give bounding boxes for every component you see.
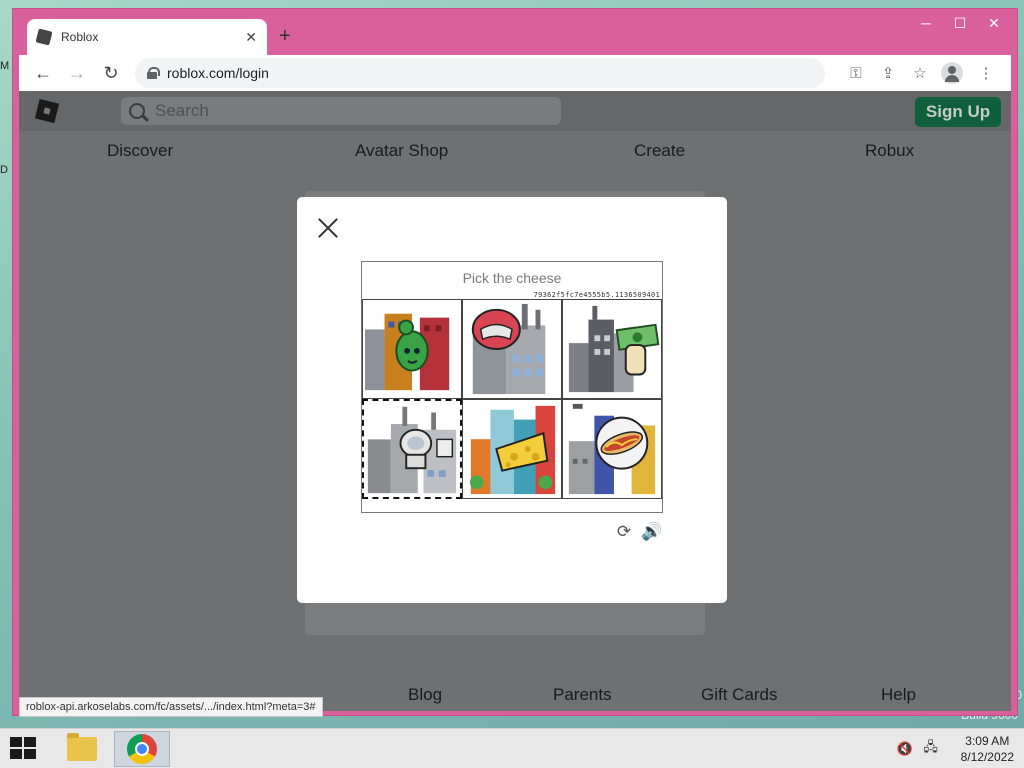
search-icon <box>129 103 145 119</box>
close-window-button[interactable]: ✕ <box>977 11 1011 35</box>
desktop-edge-text: D <box>0 164 8 176</box>
minimize-button[interactable]: ─ <box>909 11 943 35</box>
footer-blog-link[interactable]: Blog <box>408 685 442 705</box>
footer-help-link[interactable]: Help <box>881 685 916 705</box>
new-tab-button[interactable]: + <box>279 25 291 48</box>
window-controls: ─ ☐ ✕ <box>909 11 1011 35</box>
cactus-monster-illustration <box>364 313 450 391</box>
network-icon[interactable]: 🖧 <box>921 739 941 759</box>
browser-toolbar: ← → ↻ roblox.com/login ⚿ ⇪ ☆ ⋮ <box>19 55 1011 91</box>
audio-challenge-icon[interactable]: 🔊 <box>641 521 663 543</box>
nav-create[interactable]: Create <box>634 141 685 161</box>
site-search-input[interactable]: Search <box>121 97 561 125</box>
lock-icon <box>147 67 160 79</box>
windows-start-icon[interactable] <box>10 737 38 761</box>
tab-title: Roblox <box>61 30 99 44</box>
speaker-muted-icon[interactable]: 🔇 <box>895 739 915 759</box>
site-header: Search Sign Up <box>19 91 1011 131</box>
nav-robux[interactable]: Robux <box>865 141 914 161</box>
nav-avatar-shop[interactable]: Avatar Shop <box>355 141 448 161</box>
refresh-icon[interactable]: ⟳ <box>613 521 635 543</box>
key-icon[interactable]: ⚿ <box>841 59 871 87</box>
menu-kebab-icon[interactable]: ⋮ <box>971 59 1001 87</box>
reload-icon[interactable]: ↻ <box>97 59 125 87</box>
captcha-tile-toilet[interactable] <box>362 399 462 499</box>
roblox-favicon-icon <box>35 28 53 46</box>
toolbar-actions: ⚿ ⇪ ☆ ⋮ <box>839 59 1001 87</box>
taskbar: 🔇 🖧 3:09 AM 8/12/2022 <box>0 728 1024 768</box>
desktop-edge-text: M <box>0 60 10 72</box>
captcha-tile-hotdog[interactable] <box>562 399 662 499</box>
clock[interactable]: 3:09 AM 8/12/2022 <box>961 733 1014 765</box>
folder-icon <box>67 733 97 761</box>
profile-avatar-icon[interactable] <box>941 62 963 84</box>
hotdog-illustration <box>568 403 656 495</box>
sign-up-button[interactable]: Sign Up <box>915 97 1001 127</box>
footer-parents-link[interactable]: Parents <box>553 685 612 705</box>
captcha-tile-cactus-monster[interactable] <box>362 299 462 399</box>
tab-close-icon[interactable]: ✕ <box>245 29 257 46</box>
captcha-tile-helmet[interactable] <box>462 299 562 399</box>
close-icon[interactable] <box>317 217 339 239</box>
captcha-session-id: 79362f5fc7e4555b5.1136509401 <box>533 291 660 299</box>
captcha-modal: Pick the cheese 79362f5fc7e4555b5.113650… <box>297 197 727 603</box>
money-hand-illustration <box>568 305 660 393</box>
toilet-illustration <box>367 406 457 494</box>
address-bar[interactable]: roblox.com/login <box>135 58 825 88</box>
helmet-illustration <box>471 303 546 395</box>
chrome-icon <box>127 734 157 764</box>
captcha-prompt: Pick the cheese <box>462 270 562 286</box>
address-url: roblox.com/login <box>167 65 269 81</box>
clock-time: 3:09 AM <box>965 734 1010 748</box>
file-explorer-button[interactable] <box>54 731 110 767</box>
captcha-tile-money-hand[interactable] <box>562 299 662 399</box>
back-icon[interactable]: ← <box>29 59 57 87</box>
clock-date: 8/12/2022 <box>960 750 1014 764</box>
bookmark-star-icon[interactable]: ☆ <box>905 59 935 87</box>
nav-discover[interactable]: Discover <box>107 141 173 161</box>
captcha-tile-cheese[interactable] <box>462 399 562 499</box>
chrome-taskbar-button[interactable] <box>114 731 170 767</box>
share-icon[interactable]: ⇪ <box>873 59 903 87</box>
forward-icon[interactable]: → <box>63 59 91 87</box>
search-placeholder: Search <box>155 101 209 120</box>
roblox-logo-icon[interactable] <box>34 98 60 124</box>
browser-tab[interactable]: Roblox ✕ <box>27 19 267 55</box>
maximize-button[interactable]: ☐ <box>943 11 977 35</box>
captcha-grid <box>362 299 662 499</box>
system-tray: 🔇 🖧 3:09 AM 8/12/2022 <box>895 733 1014 765</box>
footer-gift-cards-link[interactable]: Gift Cards <box>701 685 778 705</box>
status-bar: roblox-api.arkoselabs.com/fc/assets/.../… <box>19 697 323 717</box>
cheese-illustration <box>469 405 556 495</box>
captcha-frame: Pick the cheese 79362f5fc7e4555b5.113650… <box>361 261 663 513</box>
captcha-tools: ⟳ 🔊 <box>607 521 663 543</box>
site-nav: Discover Avatar Shop Create Robux <box>19 135 1011 165</box>
